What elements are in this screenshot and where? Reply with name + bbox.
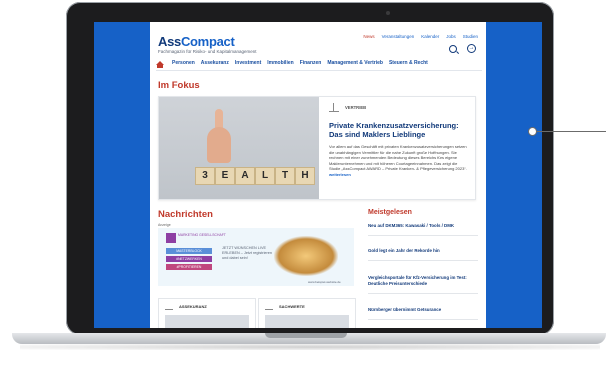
site-logo[interactable]: AssCompact bbox=[158, 34, 235, 49]
fokus-image: 3 E A L T H bbox=[159, 97, 319, 199]
news-box-image bbox=[165, 315, 249, 328]
news-box-label: SACHWERTE bbox=[279, 304, 305, 309]
news-box-sachwerte[interactable]: SACHWERTE bbox=[258, 298, 356, 328]
ad-brand: MARKETING GESELLSCHAFT bbox=[178, 233, 226, 237]
fokus-title[interactable]: Private Krankenzusatzversicherung: Das s… bbox=[329, 121, 469, 139]
camera-dot bbox=[386, 11, 390, 15]
meistgelesen-item[interactable]: Nürnberger übernimmt Getsurance bbox=[368, 307, 478, 320]
toplink-jobs[interactable]: Jobs bbox=[446, 34, 456, 39]
news-box-label: ASSEKURANZ bbox=[179, 304, 207, 309]
website-page: AssCompact Fachmagazin für Risiko- und K… bbox=[150, 22, 486, 328]
laptop-shadow bbox=[20, 344, 600, 350]
letter-block: L bbox=[255, 167, 275, 185]
ad-artwork bbox=[274, 236, 338, 276]
toplink-studien[interactable]: Studien bbox=[463, 34, 478, 39]
nav-steuern-recht[interactable]: Steuern & Recht bbox=[389, 60, 428, 66]
news-box-assekuranz[interactable]: ASSEKURANZ bbox=[158, 298, 256, 328]
ad-url: www.beispiel-website.de bbox=[308, 280, 341, 284]
laptop-notch bbox=[265, 333, 347, 338]
ad-pill: #PROFITIEREN bbox=[166, 264, 212, 270]
callout-line bbox=[534, 131, 606, 132]
toplink-news[interactable]: News bbox=[363, 34, 374, 39]
login-icon[interactable]: → bbox=[467, 44, 476, 53]
letter-block: A bbox=[235, 167, 255, 185]
letter-block: T bbox=[275, 167, 295, 185]
nav-assekuranz[interactable]: Assekuranz bbox=[201, 60, 229, 66]
home-icon[interactable] bbox=[156, 61, 164, 68]
read-more-link[interactable]: weiterlesen bbox=[329, 172, 351, 177]
letter-block: 3 bbox=[195, 167, 215, 185]
fokus-category: VERTRIEB bbox=[345, 105, 367, 110]
ad-pill: #NETZWERKEN bbox=[166, 256, 212, 262]
right-blue-panel bbox=[486, 22, 542, 328]
meistgelesen-item[interactable]: Vergleichsportale für Kfz-Versicherung i… bbox=[368, 275, 478, 294]
meistgelesen-item[interactable]: Neu auf DKM365: Kawasaki / Tools / DMK bbox=[368, 223, 478, 236]
fokus-card[interactable]: 3 E A L T H VERTRIEB Private Krankenzusa… bbox=[158, 96, 476, 200]
scales-icon bbox=[329, 103, 339, 112]
fokus-category-row: VERTRIEB bbox=[329, 103, 366, 112]
letter-block: H bbox=[295, 167, 315, 185]
nav-investment[interactable]: Investment bbox=[235, 60, 261, 66]
callout-dot bbox=[528, 127, 537, 136]
meistgelesen-item[interactable]: Gold legt ein Jahr der Rekorde hin bbox=[368, 248, 478, 261]
nav-management-vertrieb[interactable]: Management & Vertrieb bbox=[327, 60, 383, 66]
nachrichten-heading: Nachrichten bbox=[158, 209, 213, 220]
news-box-image bbox=[265, 315, 349, 328]
scales-icon bbox=[265, 303, 273, 310]
fokus-heading: Im Fokus bbox=[158, 80, 200, 91]
ad-pill: MASTERBLOCK bbox=[166, 248, 212, 254]
ad-logo-icon bbox=[166, 233, 176, 243]
scales-icon bbox=[165, 303, 173, 310]
hand-shape bbox=[207, 127, 231, 163]
nav-immobilien[interactable]: Immobilien bbox=[267, 60, 293, 66]
site-tagline: Fachmagazin für Risiko- und Kapitalmanag… bbox=[158, 49, 257, 54]
nav-personen[interactable]: Personen bbox=[172, 60, 195, 66]
fokus-text: Vor allem auf das Geschäft mit privaten … bbox=[329, 144, 467, 177]
left-blue-panel bbox=[94, 22, 150, 328]
toplink-veranstaltungen[interactable]: Veranstaltungen bbox=[382, 34, 415, 39]
main-nav: Personen Assekuranz Investment Immobilie… bbox=[156, 60, 482, 71]
ad-banner[interactable]: MARKETING GESELLSCHAFT MASTERBLOCK #NETZ… bbox=[158, 228, 354, 286]
nav-finanzen[interactable]: Finanzen bbox=[300, 60, 322, 66]
ad-text: JETZT WÜNSCHEN LIVE ERLEBEN – Jetzt regi… bbox=[222, 246, 273, 260]
header-tools: → bbox=[449, 44, 476, 53]
top-links: News Veranstaltungen Kalender Jobs Studi… bbox=[363, 34, 478, 39]
laptop-screen: AssCompact Fachmagazin für Risiko- und K… bbox=[94, 22, 542, 328]
meistgelesen-heading: Meistgelesen bbox=[368, 209, 412, 216]
toplink-kalender[interactable]: Kalender bbox=[421, 34, 439, 39]
ad-label: Anzeige bbox=[158, 223, 171, 227]
search-icon[interactable] bbox=[449, 44, 457, 53]
letter-block: E bbox=[215, 167, 235, 185]
